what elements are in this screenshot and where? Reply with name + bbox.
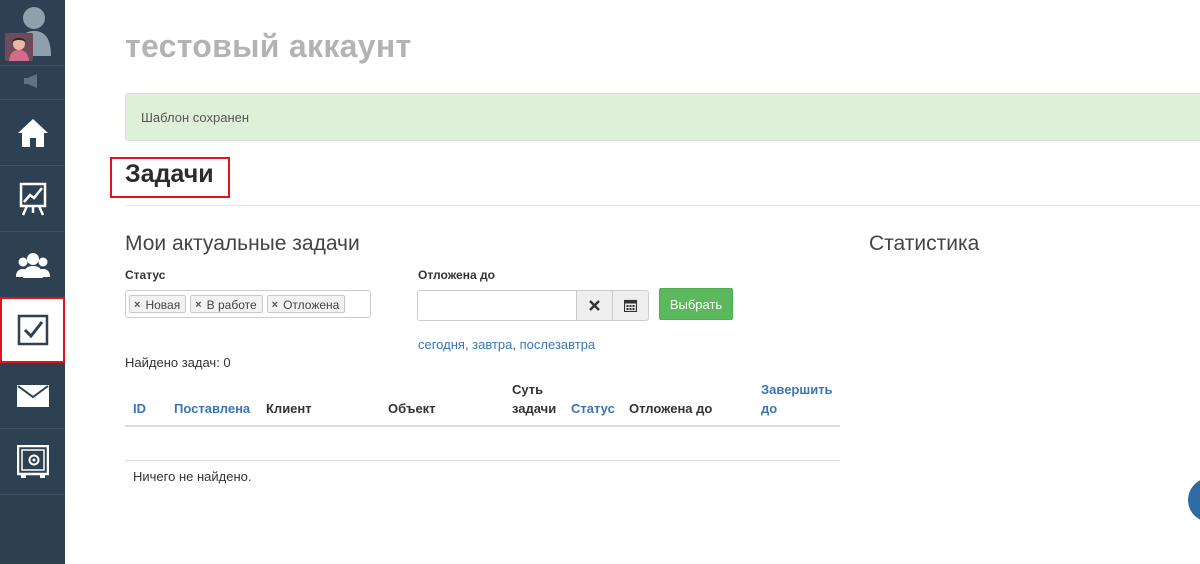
column-header-finish[interactable]: Завершить до bbox=[761, 380, 833, 418]
quick-date-tomorrow[interactable]: завтра bbox=[472, 337, 512, 352]
column-header-client: Клиент bbox=[266, 401, 312, 416]
alert-message: Шаблон сохранен bbox=[141, 110, 250, 125]
table-header-border bbox=[125, 425, 840, 427]
column-header-id[interactable]: ID bbox=[133, 399, 146, 418]
mail-icon bbox=[16, 384, 49, 407]
megaphone-icon bbox=[24, 74, 37, 88]
sidebar-item-safe[interactable] bbox=[0, 429, 65, 495]
sidebar-bottom bbox=[0, 495, 65, 564]
quick-date-day-after[interactable]: послезавтра bbox=[520, 337, 596, 352]
empty-table-message: Ничего не найдено. bbox=[133, 469, 252, 484]
safe-icon bbox=[16, 444, 49, 478]
tasks-checkbox-icon bbox=[17, 314, 48, 346]
close-icon bbox=[589, 300, 600, 311]
success-alert: Шаблон сохранен bbox=[125, 93, 1200, 141]
sidebar-item-tasks[interactable] bbox=[0, 297, 65, 363]
calendar-button[interactable] bbox=[612, 290, 649, 321]
home-icon bbox=[17, 118, 48, 147]
select-button[interactable]: Выбрать bbox=[659, 288, 733, 320]
notifications-row[interactable] bbox=[0, 66, 65, 100]
status-chip-in-progress[interactable]: × В работе bbox=[190, 295, 263, 313]
users-icon bbox=[15, 252, 50, 278]
postponed-date-input[interactable] bbox=[417, 290, 577, 321]
calendar-icon bbox=[624, 299, 637, 312]
sidebar bbox=[0, 0, 65, 564]
sidebar-item-mail[interactable] bbox=[0, 363, 65, 429]
column-header-created[interactable]: Поставлена bbox=[174, 399, 250, 418]
remove-chip-icon[interactable]: × bbox=[195, 299, 201, 311]
statistics-heading: Статистика bbox=[869, 232, 980, 255]
found-count: Найдено задач: 0 bbox=[125, 355, 231, 370]
my-tasks-heading: Мои актуальные задачи bbox=[125, 232, 360, 255]
sidebar-item-reports[interactable] bbox=[0, 166, 65, 232]
sidebar-item-clients[interactable] bbox=[0, 232, 65, 298]
sidebar-item-home[interactable] bbox=[0, 100, 65, 166]
user-block[interactable] bbox=[0, 0, 65, 66]
remove-chip-icon[interactable]: × bbox=[134, 299, 140, 311]
status-label: Статус bbox=[125, 268, 166, 282]
column-header-object: Объект bbox=[388, 401, 436, 416]
column-header-essence: Суть задачи bbox=[512, 382, 557, 416]
table-row-border bbox=[125, 460, 840, 461]
quick-date-today[interactable]: сегодня bbox=[418, 337, 465, 352]
status-multiselect[interactable]: × Новая × В работе × Отложена bbox=[125, 290, 371, 318]
column-header-status[interactable]: Статус bbox=[571, 399, 615, 418]
quick-dates: сегодня, завтра, послезавтра bbox=[418, 337, 596, 352]
chart-easel-icon bbox=[19, 182, 46, 216]
avatar[interactable] bbox=[5, 33, 33, 61]
remove-chip-icon[interactable]: × bbox=[272, 299, 278, 311]
status-chip-postponed[interactable]: × Отложена bbox=[266, 295, 346, 313]
divider bbox=[125, 205, 1200, 206]
postponed-label: Отложена до bbox=[418, 268, 495, 282]
column-header-postponed: Отложена до bbox=[629, 401, 713, 416]
status-chip-new[interactable]: × Новая bbox=[129, 295, 187, 313]
page-title: Задачи bbox=[125, 160, 214, 188]
clear-date-button[interactable] bbox=[576, 290, 613, 321]
floating-action-button[interactable] bbox=[1188, 478, 1200, 522]
account-title: тестовый аккаунт bbox=[125, 28, 412, 64]
